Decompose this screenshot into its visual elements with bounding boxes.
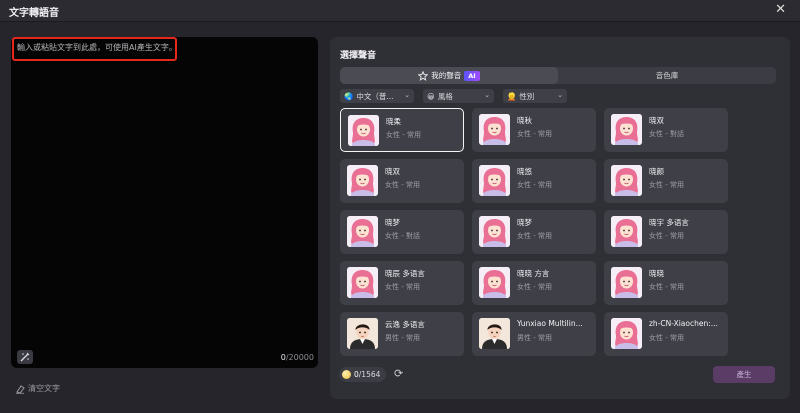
voice-card[interactable]: 晓双女性 - 常用 bbox=[340, 159, 464, 203]
voice-panel: 選擇聲音 我的聲音 AI 音色庫 🌏 中文（普... ⌄ 😀 風格 ⌄ 👱 性別… bbox=[330, 37, 790, 399]
tab-my-voices-label: 我的聲音 bbox=[431, 71, 462, 80]
star-icon bbox=[418, 70, 429, 81]
voice-avatar bbox=[611, 318, 642, 349]
voice-avatar bbox=[611, 216, 642, 247]
credit-total: /1564 bbox=[358, 370, 381, 379]
voice-meta: 女性 - 常用 bbox=[517, 283, 552, 291]
style-filter-label: 風格 bbox=[437, 91, 453, 101]
voice-meta: 女性 - 常用 bbox=[385, 181, 420, 189]
chevron-down-icon: ⌄ bbox=[484, 91, 490, 99]
voice-card[interactable]: 晓梦女性 - 對話 bbox=[340, 210, 464, 254]
clear-text-label: 清空文字 bbox=[28, 384, 60, 393]
chevron-down-icon: ⌄ bbox=[404, 91, 410, 99]
voice-meta: 女性 - 常用 bbox=[649, 283, 684, 291]
voice-avatar bbox=[479, 165, 510, 196]
voice-name: 晓晓 方言 bbox=[517, 269, 550, 278]
voice-name: 晓双 bbox=[385, 167, 400, 176]
credit-balance: 0/1564 bbox=[339, 367, 387, 382]
language-filter-label: 中文（普... bbox=[356, 91, 394, 101]
style-filter[interactable]: 😀 風格 ⌄ bbox=[423, 89, 494, 103]
tab-voice-library-label: 音色庫 bbox=[655, 71, 679, 80]
voice-avatar bbox=[347, 267, 378, 298]
tab-voice-library[interactable]: 音色庫 bbox=[558, 67, 776, 84]
voice-name: 晓辰 多语言 bbox=[385, 269, 425, 278]
voice-name: 晓柔 bbox=[386, 117, 401, 126]
voice-card[interactable]: 晓晓女性 - 常用 bbox=[604, 261, 728, 305]
voice-avatar bbox=[347, 216, 378, 247]
voice-avatar bbox=[348, 115, 379, 146]
voice-avatar bbox=[479, 267, 510, 298]
clear-text-button[interactable]: 清空文字 bbox=[15, 383, 60, 394]
voice-avatar bbox=[479, 318, 510, 349]
voice-name: 晓梦 bbox=[385, 218, 400, 227]
voice-meta: 女性 - 常用 bbox=[649, 334, 684, 342]
voice-card[interactable]: 晓梦女性 - 常用 bbox=[472, 210, 596, 254]
voice-grid: 晓柔 女性 - 常用 晓秋 女性 - 常用 晓双 女性 - 對話 晓双 女性 -… bbox=[340, 108, 780, 393]
tab-my-voices[interactable]: 我的聲音 AI bbox=[340, 67, 558, 84]
coin-icon bbox=[342, 370, 351, 379]
text-editor bbox=[11, 37, 318, 368]
voice-name: 云逸 多语言 bbox=[385, 320, 425, 329]
voice-card[interactable]: 晓颜女性 - 常用 bbox=[604, 159, 728, 203]
ai-badge: AI bbox=[464, 70, 480, 81]
voice-card[interactable]: 晓柔女性 - 常用 bbox=[340, 108, 464, 152]
voice-meta: 男性 - 常用 bbox=[385, 334, 420, 342]
voice-avatar bbox=[611, 165, 642, 196]
voice-name: 晓晓 bbox=[649, 269, 664, 278]
voice-avatar bbox=[479, 216, 510, 247]
voice-tabs: 我的聲音 AI 音色庫 bbox=[340, 67, 776, 84]
produce-button[interactable]: 產生 bbox=[713, 366, 775, 383]
voice-avatar bbox=[347, 318, 378, 349]
title-bar: 文字轉語音 ✕ bbox=[0, 0, 800, 22]
voice-meta: 男性 - 常用 bbox=[517, 334, 552, 342]
voice-meta: 女性 - 對話 bbox=[385, 232, 420, 240]
voice-avatar bbox=[347, 165, 378, 196]
window-title: 文字轉語音 bbox=[9, 8, 59, 19]
character-limit: /20000 bbox=[285, 353, 314, 362]
language-filter[interactable]: 🌏 中文（普... ⌄ bbox=[340, 89, 414, 103]
globe-icon: 🌏 bbox=[344, 91, 354, 101]
refresh-icon[interactable]: ⟳ bbox=[394, 367, 403, 380]
voice-avatar bbox=[611, 114, 642, 145]
voice-name: 晓梦 bbox=[517, 218, 532, 227]
eraser-icon bbox=[16, 384, 25, 394]
voice-avatar bbox=[611, 267, 642, 298]
voice-card[interactable]: 晓宇 多语言 女性 - 常用 bbox=[604, 210, 728, 254]
voice-meta: 女性 - 常用 bbox=[649, 181, 684, 189]
gender-filter[interactable]: 👱 性別 ⌄ bbox=[503, 89, 567, 103]
voice-card[interactable]: 晓秋女性 - 常用 bbox=[472, 108, 596, 152]
chevron-down-icon: ⌄ bbox=[557, 91, 563, 99]
voice-card[interactable]: zh-CN-Xiaochen:... 女性 - 常用 bbox=[604, 312, 728, 356]
voice-meta: 女性 - 常用 bbox=[517, 232, 552, 240]
voice-meta: 女性 - 常用 bbox=[517, 130, 552, 138]
voice-card[interactable]: 晓双女性 - 對話 bbox=[604, 108, 728, 152]
ai-write-icon[interactable] bbox=[17, 350, 33, 364]
gender-filter-label: 性別 bbox=[519, 91, 535, 101]
voice-name: Yunxiao Multilin... bbox=[517, 319, 583, 328]
voice-card[interactable]: Yunxiao Multilin... 男性 - 常用 bbox=[472, 312, 596, 356]
voice-meta: 女性 - 常用 bbox=[649, 232, 684, 240]
voice-name: 晓悠 bbox=[517, 167, 532, 176]
voice-name: 晓双 bbox=[649, 116, 664, 125]
emoji-icon: 😀 bbox=[427, 91, 435, 101]
voice-name: 晓宇 多语言 bbox=[649, 218, 689, 227]
voice-meta: 女性 - 對話 bbox=[649, 130, 684, 138]
person-icon: 👱 bbox=[507, 91, 517, 101]
voice-name: zh-CN-Xiaochen:... bbox=[649, 319, 718, 328]
close-icon[interactable]: ✕ bbox=[775, 3, 786, 17]
voice-name: 晓颜 bbox=[649, 167, 664, 176]
voice-card[interactable]: 晓辰 多语言 女性 - 常用 bbox=[340, 261, 464, 305]
voice-card[interactable]: 云逸 多语言 男性 - 常用 bbox=[340, 312, 464, 356]
panel-title: 選擇聲音 bbox=[340, 51, 377, 61]
voice-meta: 女性 - 常用 bbox=[517, 181, 552, 189]
voice-avatar bbox=[479, 114, 510, 145]
voice-name: 晓秋 bbox=[517, 116, 532, 125]
text-input[interactable] bbox=[11, 37, 318, 337]
voice-meta: 女性 - 常用 bbox=[386, 131, 421, 139]
voice-card[interactable]: 晓悠女性 - 常用 bbox=[472, 159, 596, 203]
voice-card[interactable]: 晓晓 方言女性 - 常用 bbox=[472, 261, 596, 305]
voice-meta: 女性 - 常用 bbox=[385, 283, 420, 291]
character-counter: 0/20000 bbox=[281, 353, 314, 362]
